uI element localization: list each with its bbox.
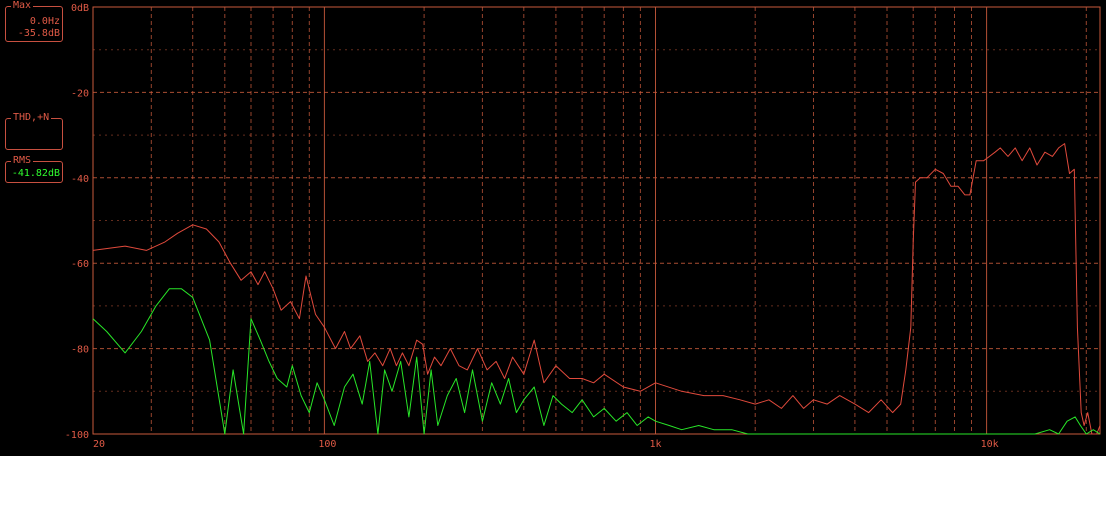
x-tick-label: 100	[318, 439, 336, 450]
rms-readout-value: -41.82dB	[11, 168, 60, 179]
max-readout-label: Max	[11, 0, 34, 11]
y-tick-label: -40	[71, 174, 89, 185]
x-tick-label: 1k	[650, 439, 662, 450]
max-readout-level: -35.8dB	[17, 28, 60, 39]
y-tick-label: 0dB	[71, 3, 89, 14]
thd-readout-label: THD,+N	[11, 112, 52, 123]
y-tick-label: -80	[71, 345, 89, 356]
spectrum-analyzer: 0dB -20 -40 -60 -80 -100 20 100 1k 10k Max 0.0Hz …	[0, 0, 1106, 456]
x-tick-label: 20	[93, 439, 105, 450]
rms-readout: RMS -41.82dB	[5, 155, 63, 183]
x-tick-label: 10k	[981, 439, 999, 450]
max-readout: Max 0.0Hz -35.8dB	[5, 0, 63, 42]
y-tick-label: -20	[71, 88, 89, 99]
series-line-green	[92, 288, 1101, 435]
y-tick-label: -100	[65, 430, 89, 441]
y-tick-label: -60	[71, 259, 89, 270]
series-line-red	[92, 143, 1101, 435]
thd-readout: THD,+N	[5, 112, 63, 150]
rms-readout-label: RMS	[11, 155, 34, 166]
max-readout-frequency: 0.0Hz	[29, 16, 60, 27]
spectrum-chart: 0dB -20 -40 -60 -80 -100 20 100 1k 10k	[65, 3, 1101, 450]
